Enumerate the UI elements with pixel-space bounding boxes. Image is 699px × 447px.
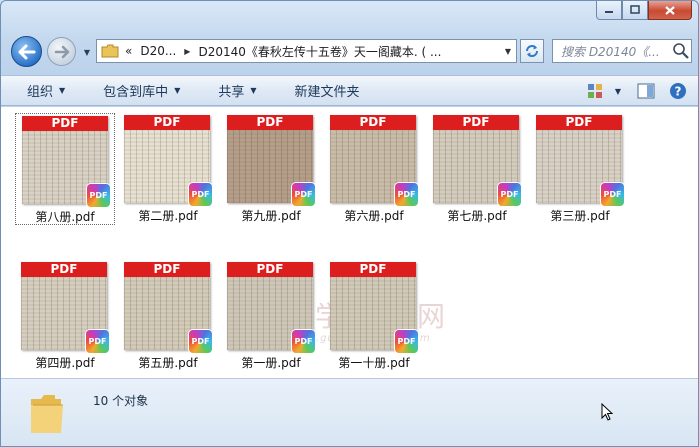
- breadcrumb-separator-icon[interactable]: ▶: [184, 47, 190, 56]
- pdf-file-icon: PDF: [395, 330, 418, 353]
- pdf-banner: PDF: [227, 115, 313, 130]
- close-icon: [665, 5, 675, 15]
- file-name[interactable]: 第六册.pdf: [324, 207, 424, 224]
- file-item[interactable]: PDF PDF 第八册.pdf: [15, 113, 115, 225]
- file-name[interactable]: 第四册.pdf: [15, 354, 115, 371]
- pdf-banner: PDF: [536, 115, 622, 130]
- pdf-file-icon: PDF: [601, 183, 624, 206]
- file-item[interactable]: PDF PDF 第一册.pdf: [221, 260, 321, 372]
- explorer-window: ▼ « D20... ▶ D20140《春秋左传十五卷》天一阁藏本. ( ...…: [0, 0, 699, 447]
- view-grid-icon: [588, 84, 602, 98]
- minimize-icon: [605, 11, 613, 13]
- pdf-banner: PDF: [433, 115, 519, 130]
- file-name[interactable]: 第九册.pdf: [221, 207, 321, 224]
- chevron-down-icon: ▼: [83, 47, 91, 57]
- file-item[interactable]: PDF PDF 第五册.pdf: [118, 260, 218, 372]
- organize-button[interactable]: 组织 ▼: [15, 79, 77, 103]
- share-label: 共享: [218, 85, 245, 100]
- pdf-file-icon: PDF: [189, 330, 212, 353]
- pdf-file-icon: PDF: [498, 183, 521, 206]
- recent-pages-dropdown[interactable]: ▼: [81, 46, 93, 58]
- file-item[interactable]: PDF PDF 第九册.pdf: [221, 113, 321, 225]
- file-item[interactable]: PDF PDF 第三册.pdf: [530, 113, 630, 225]
- back-button[interactable]: [11, 36, 42, 67]
- address-dropdown-button[interactable]: ▼: [500, 47, 516, 56]
- pdf-file-icon: PDF: [86, 330, 109, 353]
- file-item[interactable]: PDF PDF 第六册.pdf: [324, 113, 424, 225]
- pdf-banner: PDF: [124, 262, 210, 277]
- pdf-file-icon: PDF: [395, 183, 418, 206]
- organize-label: 组织: [27, 85, 54, 100]
- pdf-banner: PDF: [330, 115, 416, 130]
- forward-button[interactable]: [47, 37, 76, 66]
- help-icon: ?: [670, 83, 686, 99]
- pdf-banner: PDF: [22, 116, 108, 131]
- minimize-button[interactable]: [596, 1, 622, 20]
- chevron-down-icon: ▼: [250, 86, 257, 95]
- breadcrumb-item-current[interactable]: D20140《春秋左传十五卷》天一阁藏本. ( ...: [198, 43, 441, 60]
- new-folder-label: 新建文件夹: [294, 85, 360, 100]
- file-name[interactable]: 第二册.pdf: [118, 207, 218, 224]
- file-name[interactable]: 第一十册.pdf: [324, 354, 424, 371]
- file-list-view[interactable]: 德 国学资源网 www.guoxueziyuan.com PDFPDF第八册.p…: [1, 107, 698, 378]
- refresh-icon: [526, 45, 538, 57]
- arrow-right-icon: [54, 45, 69, 58]
- command-toolbar: 组织 ▼ 包含到库中 ▼ 共享 ▼ 新建文件夹 ▼ ?: [1, 75, 698, 106]
- status-bar: 10 个对象: [1, 378, 698, 446]
- chevron-down-icon: ▼: [504, 46, 512, 56]
- file-item[interactable]: PDF PDF 第二册.pdf: [118, 113, 218, 225]
- pdf-file-icon: PDF: [292, 330, 315, 353]
- file-name[interactable]: 第五册.pdf: [118, 354, 218, 371]
- pdf-file-icon: PDF: [87, 184, 110, 207]
- pdf-banner: PDF: [124, 115, 210, 130]
- pdf-file-icon: PDF: [292, 183, 315, 206]
- new-folder-button[interactable]: 新建文件夹: [283, 79, 372, 103]
- file-name[interactable]: 第三册.pdf: [530, 207, 630, 224]
- maximize-button[interactable]: [622, 1, 648, 20]
- file-item[interactable]: PDF PDF 第七册.pdf: [427, 113, 527, 225]
- help-button[interactable]: ?: [664, 80, 692, 102]
- file-name[interactable]: 第八册.pdf: [16, 208, 114, 225]
- svg-text:?: ?: [675, 85, 682, 99]
- breadcrumb-overflow[interactable]: «: [125, 44, 132, 58]
- item-count: 10 个对象: [93, 394, 149, 408]
- search-box[interactable]: 搜索 D20140《...: [552, 39, 692, 63]
- pdf-banner: PDF: [227, 262, 313, 277]
- pdf-banner: PDF: [21, 262, 107, 277]
- search-icon[interactable]: [671, 41, 691, 61]
- chevron-down-icon: ▼: [174, 86, 181, 95]
- chevron-down-icon: ▼: [59, 86, 66, 95]
- maximize-icon: [630, 5, 640, 14]
- refresh-button[interactable]: [520, 39, 544, 63]
- change-view-button[interactable]: [582, 80, 610, 102]
- arrow-left-icon: [18, 44, 35, 59]
- file-name[interactable]: 第七册.pdf: [427, 207, 527, 224]
- view-options-dropdown[interactable]: ▼: [610, 80, 626, 102]
- include-library-button[interactable]: 包含到库中 ▼: [91, 79, 192, 103]
- file-item[interactable]: PDF PDF 第四册.pdf: [15, 260, 115, 372]
- address-bar[interactable]: « D20... ▶ D20140《春秋左传十五卷》天一阁藏本. ( ... ▼: [96, 39, 517, 63]
- pdf-banner: PDF: [330, 262, 416, 277]
- preview-pane-button[interactable]: [632, 80, 660, 102]
- mouse-cursor-icon: [601, 403, 613, 421]
- chevron-down-icon: ▼: [614, 86, 622, 96]
- close-button[interactable]: [648, 1, 692, 20]
- include-library-label: 包含到库中: [103, 85, 169, 100]
- folder-icon: [29, 389, 65, 435]
- pdf-file-icon: PDF: [189, 183, 212, 206]
- caption-buttons: [596, 1, 692, 21]
- share-button[interactable]: 共享 ▼: [206, 79, 268, 103]
- file-item[interactable]: PDF PDF 第一十册.pdf: [324, 260, 424, 372]
- file-name[interactable]: 第一册.pdf: [221, 354, 321, 371]
- preview-pane-icon: [637, 83, 655, 99]
- navigation-bar: ▼ « D20... ▶ D20140《春秋左传十五卷》天一阁藏本. ( ...…: [1, 27, 698, 73]
- search-input[interactable]: 搜索 D20140《...: [553, 43, 671, 60]
- folder-icon: [101, 44, 119, 58]
- breadcrumb-item-parent[interactable]: D20...: [140, 44, 176, 58]
